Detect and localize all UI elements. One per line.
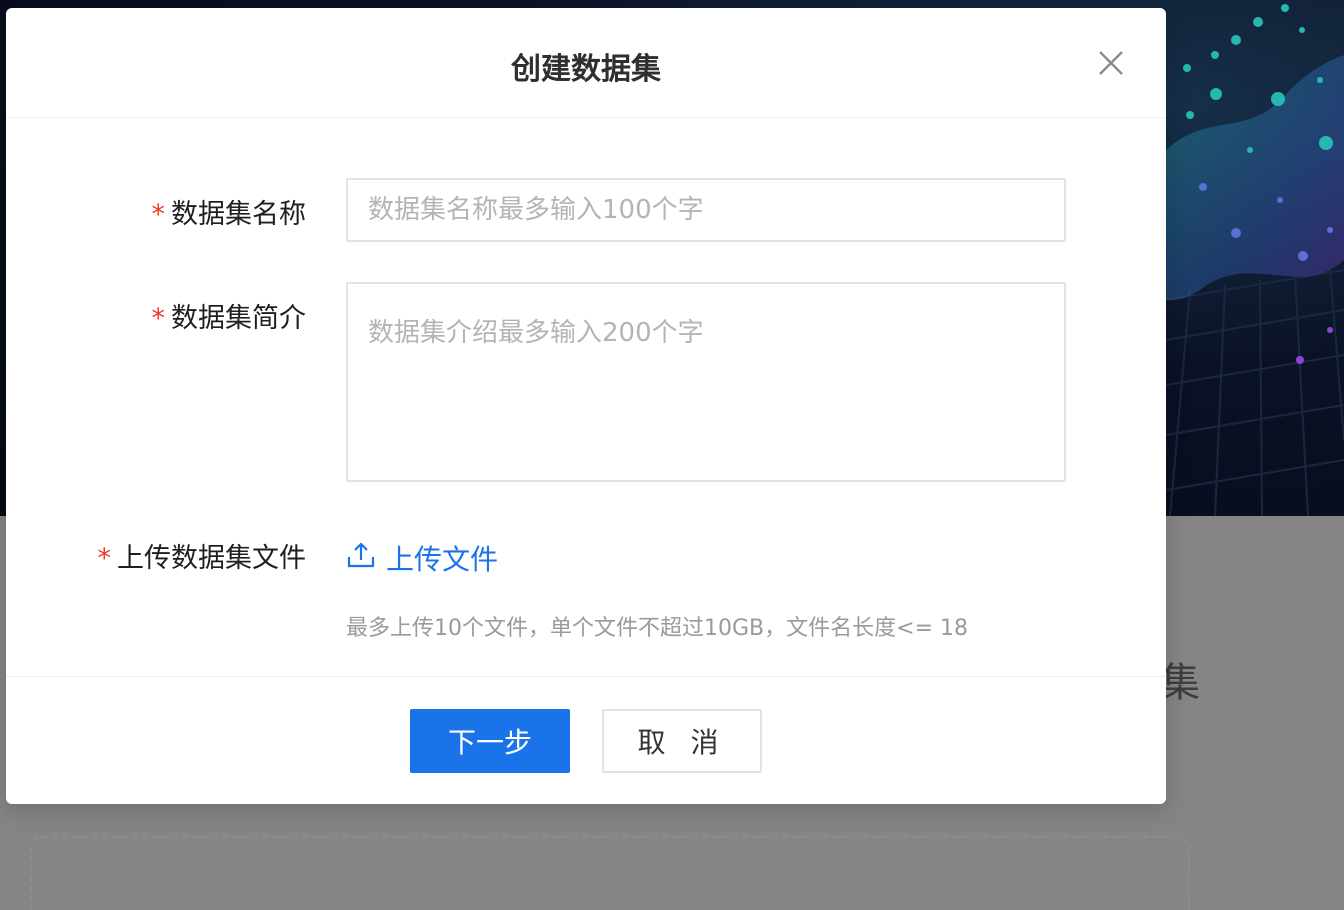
upload-label: * 上传数据集文件 (98, 536, 307, 575)
dataset-name-input[interactable] (346, 178, 1066, 242)
dataset-name-label-text: 数据集名称 (171, 199, 306, 230)
required-mark: * (151, 303, 166, 334)
modal-footer: 下一步 取 消 (6, 676, 1166, 804)
required-mark: * (151, 199, 166, 230)
upload-hint: 最多上传10个文件，单个文件不超过10GB，文件名长度<= 18 (346, 616, 968, 641)
dataset-description-textarea[interactable] (346, 282, 1066, 482)
modal-title: 创建数据集 (511, 52, 661, 87)
dataset-name-label: * 数据集名称 (152, 192, 307, 231)
create-dataset-modal: 创建数据集 *数据集名称 *数据集简介 *上传数据集文件 (6, 8, 1166, 804)
dataset-description-label: * 数据集简介 (152, 296, 307, 335)
close-icon[interactable] (1096, 48, 1126, 78)
next-step-button[interactable]: 下一步 (410, 709, 570, 773)
upload-label-text: 上传数据集文件 (117, 543, 306, 574)
upload-icon (346, 540, 376, 577)
required-mark: * (97, 543, 112, 574)
modal-header: 创建数据集 (6, 8, 1166, 118)
cancel-button[interactable]: 取 消 (602, 709, 762, 773)
background-title-fragment: 集 (1160, 660, 1202, 706)
dataset-description-label-text: 数据集简介 (171, 303, 306, 334)
upload-file-link[interactable]: 上传文件 (346, 538, 498, 578)
upload-link-label: 上传文件 (386, 543, 499, 576)
background-card (30, 836, 1190, 910)
